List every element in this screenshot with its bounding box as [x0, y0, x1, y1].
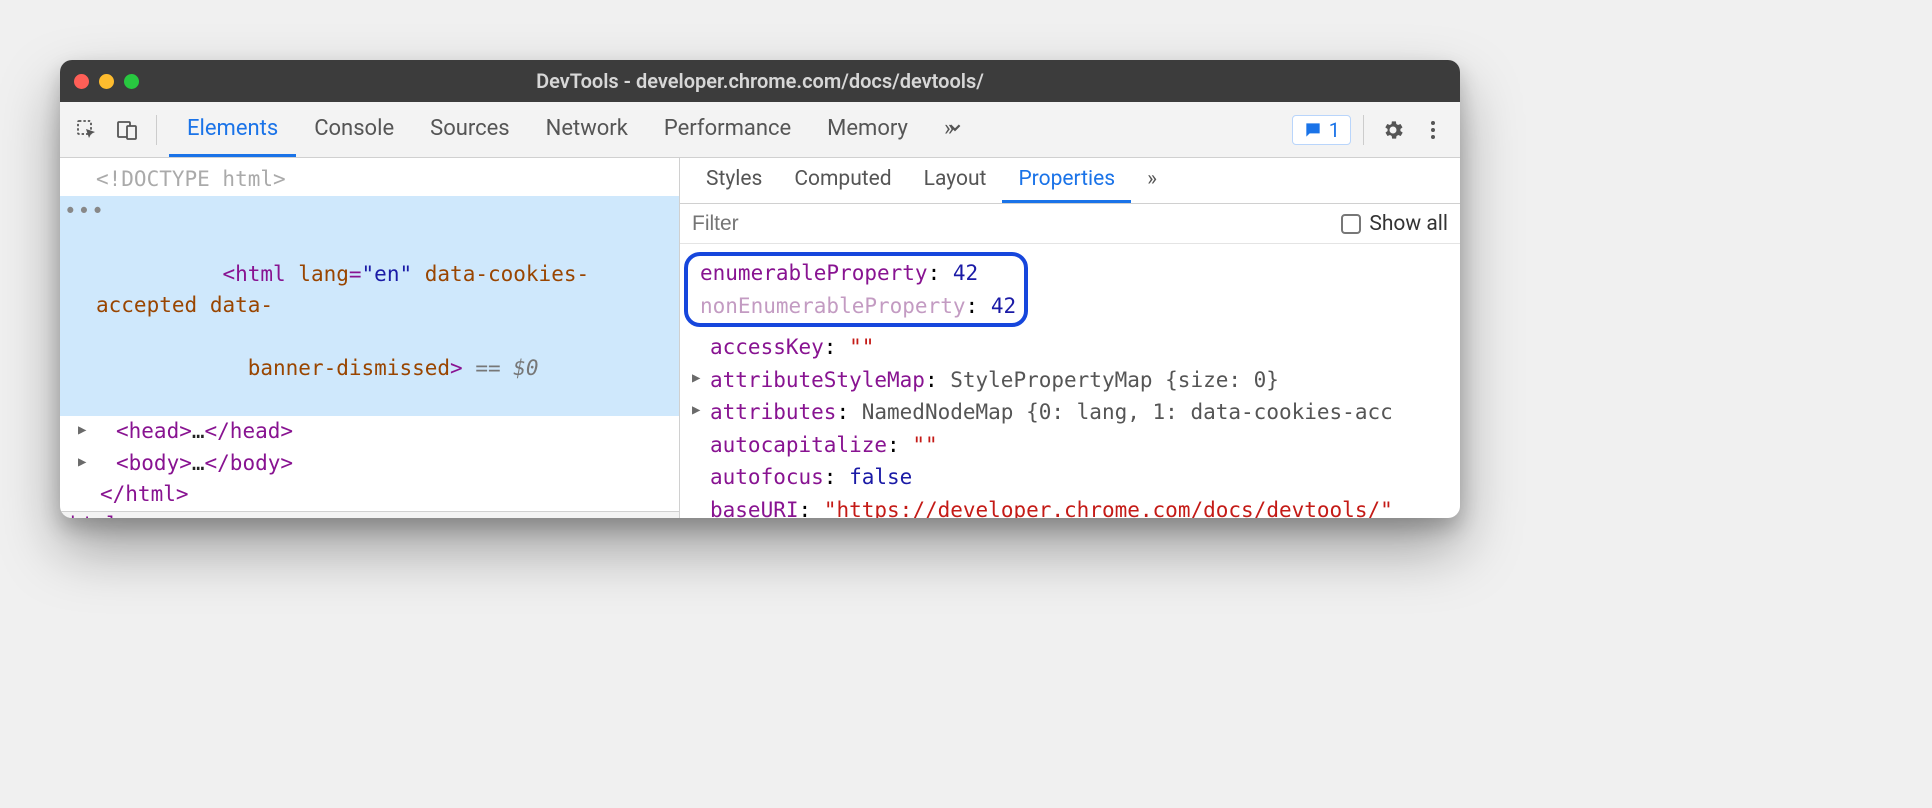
show-all-checkbox[interactable]: [1341, 214, 1361, 234]
properties-filter-bar: Show all: [680, 204, 1460, 244]
sidepanel-tabs: Styles Computed Layout Properties »: [680, 158, 1460, 204]
tab-performance[interactable]: Performance: [646, 102, 809, 157]
breadcrumb[interactable]: html: [60, 511, 679, 519]
property-row[interactable]: autocapitalize: "": [690, 429, 1450, 462]
dom-body-element[interactable]: ▶<body>…</body>: [60, 448, 679, 480]
dom-html-element[interactable]: ••• <html lang="en" data-cookies-accepte…: [60, 196, 679, 417]
show-all-toggle[interactable]: Show all: [1341, 212, 1448, 236]
expand-triangle-icon[interactable]: ▶: [692, 368, 700, 390]
tab-console[interactable]: Console: [296, 102, 412, 157]
panel-tabs: Elements Console Sources Network Perform…: [169, 102, 972, 157]
subtab-properties[interactable]: Properties: [1002, 158, 1131, 203]
subtab-computed[interactable]: Computed: [778, 158, 907, 203]
messages-badge[interactable]: 1: [1292, 115, 1351, 145]
tab-overflow-icon[interactable]: »: [926, 102, 972, 157]
main-toolbar: Elements Console Sources Network Perform…: [60, 102, 1460, 158]
subtab-overflow-icon[interactable]: »: [1131, 158, 1173, 203]
show-all-label: Show all: [1369, 212, 1448, 236]
device-toolbar-icon[interactable]: [110, 113, 144, 147]
settings-icon[interactable]: [1376, 113, 1410, 147]
close-window-button[interactable]: [74, 74, 89, 89]
tab-memory[interactable]: Memory: [809, 102, 926, 157]
traffic-lights: [74, 74, 139, 89]
elements-dom-panel: <!DOCTYPE html> ••• <html lang="en" data…: [60, 158, 680, 518]
property-row[interactable]: nonEnumerableProperty: 42: [696, 290, 1016, 323]
breadcrumb-item[interactable]: html: [70, 512, 118, 519]
property-row[interactable]: autofocus: false: [690, 461, 1450, 494]
elements-sidepanel: Styles Computed Layout Properties » Show…: [680, 158, 1460, 518]
separator: [156, 115, 157, 145]
dom-doctype[interactable]: <!DOCTYPE html>: [60, 164, 679, 196]
property-row[interactable]: ▶attributeStyleMap: StylePropertyMap {si…: [690, 364, 1450, 397]
window-title: DevTools - developer.chrome.com/docs/dev…: [60, 69, 1460, 93]
property-row[interactable]: accessKey: "": [690, 331, 1450, 364]
inspect-element-icon[interactable]: [70, 113, 104, 147]
dom-html-close[interactable]: </html>: [60, 479, 679, 511]
highlighted-properties: enumerableProperty: 42 nonEnumerableProp…: [684, 252, 1028, 327]
subtab-styles[interactable]: Styles: [690, 158, 778, 203]
collapsed-siblings-icon[interactable]: •••: [64, 196, 105, 228]
expand-triangle-icon[interactable]: ▶: [692, 400, 700, 422]
tab-sources[interactable]: Sources: [412, 102, 528, 157]
property-row[interactable]: baseURI: "https://developer.chrome.com/d…: [690, 494, 1450, 518]
tab-network[interactable]: Network: [528, 102, 646, 157]
devtools-window: DevTools - developer.chrome.com/docs/dev…: [60, 60, 1460, 518]
titlebar: DevTools - developer.chrome.com/docs/dev…: [60, 60, 1460, 102]
messages-count: 1: [1329, 118, 1340, 142]
properties-list[interactable]: enumerableProperty: 42 nonEnumerableProp…: [680, 244, 1460, 518]
subtab-layout[interactable]: Layout: [908, 158, 1003, 203]
dom-tree[interactable]: <!DOCTYPE html> ••• <html lang="en" data…: [60, 158, 679, 511]
expand-triangle-icon[interactable]: ▶: [78, 452, 86, 473]
minimize-window-button[interactable]: [99, 74, 114, 89]
filter-input[interactable]: [692, 212, 1331, 236]
kebab-menu-icon[interactable]: [1416, 113, 1450, 147]
property-row[interactable]: enumerableProperty: 42: [696, 257, 1016, 290]
separator: [1363, 115, 1364, 145]
dom-head-element[interactable]: ▶<head>…</head>: [60, 416, 679, 448]
expand-triangle-icon[interactable]: ▶: [78, 420, 86, 441]
maximize-window-button[interactable]: [124, 74, 139, 89]
content-area: <!DOCTYPE html> ••• <html lang="en" data…: [60, 158, 1460, 518]
property-row[interactable]: ▶attributes: NamedNodeMap {0: lang, 1: d…: [690, 396, 1450, 429]
tab-elements[interactable]: Elements: [169, 102, 296, 157]
